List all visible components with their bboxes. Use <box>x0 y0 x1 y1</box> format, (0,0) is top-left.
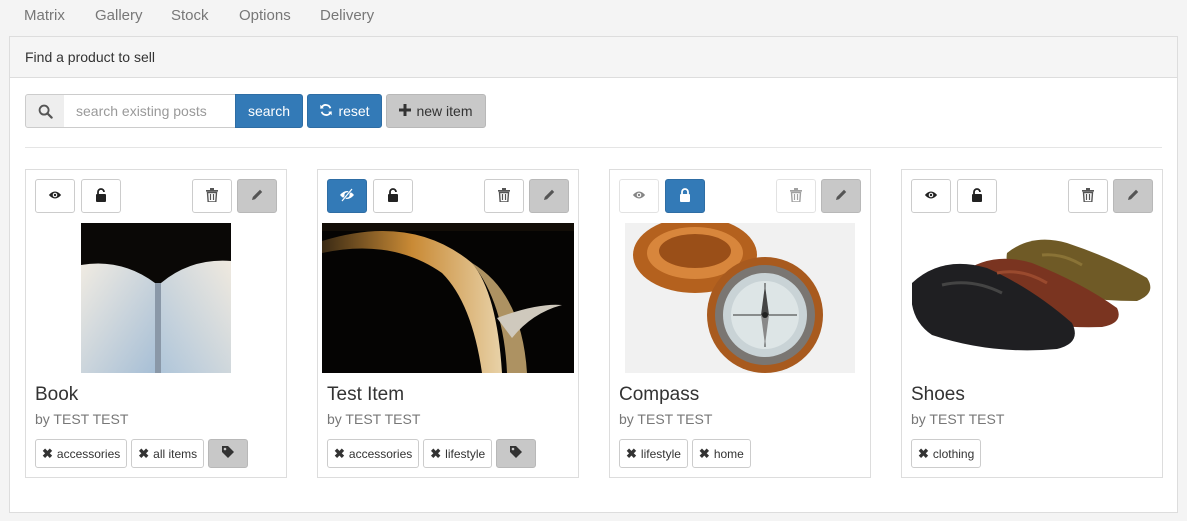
pencil-icon <box>1126 188 1140 205</box>
trash-icon <box>790 187 802 205</box>
trash-icon <box>206 187 218 205</box>
unlock-icon <box>971 187 983 205</box>
remove-icon: ✖ <box>698 445 710 461</box>
tab-options[interactable]: Options <box>239 7 291 24</box>
remove-icon: ✖ <box>918 445 929 461</box>
edit-button[interactable] <box>529 179 569 213</box>
unlock-icon <box>95 187 107 205</box>
top-nav: Matrix Gallery Stock Options Delivery <box>0 0 1187 34</box>
edit-button[interactable] <box>821 179 861 213</box>
delete-button[interactable] <box>776 179 816 213</box>
search-input[interactable] <box>64 94 236 128</box>
delete-button[interactable] <box>484 179 524 213</box>
tag-chip[interactable]: ✖ lifestyle <box>423 439 493 468</box>
reset-button-label: reset <box>338 103 370 119</box>
delete-button[interactable] <box>192 179 232 213</box>
tag-chip[interactable]: ✖ lifestyle <box>619 439 688 468</box>
add-tag-button[interactable] <box>208 439 249 468</box>
product-image-test-item[interactable] <box>322 223 574 373</box>
tag-list: ✖ clothing <box>911 439 982 468</box>
tab-gallery[interactable]: Gallery <box>95 7 143 24</box>
tag-chip[interactable]: ✖ clothing <box>911 439 982 468</box>
remove-icon: ✖ <box>42 445 53 461</box>
product-card-book: Book by TEST TEST ✖ accessories ✖ all item… <box>25 169 287 478</box>
visibility-toggle-button[interactable] <box>327 179 367 213</box>
tag-chip[interactable]: ✖ accessories <box>35 439 128 468</box>
eye-icon <box>48 188 62 204</box>
remove-icon: ✖ <box>334 445 345 461</box>
tag-label: accessories <box>348 446 413 461</box>
tag-label: accessories <box>56 446 121 461</box>
product-finder-panel: Find a product to sell search reset new … <box>9 36 1178 513</box>
tab-matrix[interactable]: Matrix <box>24 7 65 24</box>
trash-icon <box>498 187 510 205</box>
edit-button[interactable] <box>237 179 277 213</box>
product-card-test-item: Test Item by TEST TEST ✖ accessories ✖ lif… <box>317 169 579 478</box>
product-byline: by TEST TEST <box>911 411 1005 427</box>
refresh-icon <box>319 103 333 120</box>
product-card-shoes: Shoes by TEST TEST ✖ clothing <box>901 169 1163 478</box>
product-image-book[interactable] <box>81 223 231 373</box>
product-image-compass[interactable] <box>625 223 855 373</box>
lock-toggle-button[interactable] <box>665 179 705 213</box>
tag-chip[interactable]: ✖ all items <box>131 439 205 468</box>
pencil-icon <box>250 188 264 205</box>
tag-icon <box>509 445 523 462</box>
lock-toggle-button[interactable] <box>373 179 413 213</box>
tag-icon <box>221 445 235 462</box>
remove-icon: ✖ <box>138 445 150 461</box>
product-title[interactable]: Shoes <box>911 384 965 406</box>
lock-toggle-button[interactable] <box>957 179 997 213</box>
product-card-compass: Compass by TEST TEST ✖ lifestyle ✖ home <box>609 169 871 478</box>
product-title[interactable]: Compass <box>619 384 699 406</box>
new-item-button-label: new item <box>416 103 473 119</box>
tag-label: home <box>713 446 744 461</box>
product-title[interactable]: Test Item <box>327 384 404 406</box>
tag-label: clothing <box>932 446 975 461</box>
tag-list: ✖ accessories ✖ all items <box>35 439 249 468</box>
search-button-label: search <box>247 103 291 119</box>
remove-icon: ✖ <box>430 445 442 461</box>
panel-heading: Find a product to sell <box>10 37 1177 78</box>
tag-label: all items <box>153 446 198 461</box>
delete-button[interactable] <box>1068 179 1108 213</box>
add-tag-button[interactable] <box>496 439 537 468</box>
eye-icon <box>632 188 646 204</box>
search-icon <box>25 94 65 128</box>
lock-icon <box>679 187 691 205</box>
pencil-icon <box>542 188 556 205</box>
trash-icon <box>1082 187 1094 205</box>
search-button[interactable]: search <box>235 94 303 128</box>
product-byline: by TEST TEST <box>35 411 129 427</box>
new-item-button[interactable]: new item <box>386 94 486 128</box>
product-title[interactable]: Book <box>35 384 78 406</box>
pencil-icon <box>834 188 848 205</box>
edit-button[interactable] <box>1113 179 1153 213</box>
product-image-shoes[interactable] <box>912 223 1154 373</box>
remove-icon: ✖ <box>626 445 637 461</box>
tab-delivery[interactable]: Delivery <box>320 7 374 24</box>
product-byline: by TEST TEST <box>619 411 713 427</box>
visibility-toggle-button[interactable] <box>619 179 659 213</box>
visibility-toggle-button[interactable] <box>911 179 951 213</box>
tag-chip[interactable]: ✖ home <box>691 439 751 468</box>
tag-label: lifestyle <box>445 446 486 461</box>
product-byline: by TEST TEST <box>327 411 421 427</box>
reset-button[interactable]: reset <box>307 94 382 128</box>
eye-slash-icon <box>339 187 355 205</box>
lock-toggle-button[interactable] <box>81 179 121 213</box>
tag-list: ✖ lifestyle ✖ home <box>619 439 751 468</box>
divider <box>25 147 1162 148</box>
unlock-icon <box>387 187 399 205</box>
visibility-toggle-button[interactable] <box>35 179 75 213</box>
tag-chip[interactable]: ✖ accessories <box>327 439 420 468</box>
tag-list: ✖ accessories ✖ lifestyle <box>327 439 537 468</box>
tag-label: lifestyle <box>640 446 681 461</box>
eye-icon <box>924 188 938 204</box>
plus-icon <box>399 103 412 119</box>
tab-stock[interactable]: Stock <box>171 7 209 24</box>
